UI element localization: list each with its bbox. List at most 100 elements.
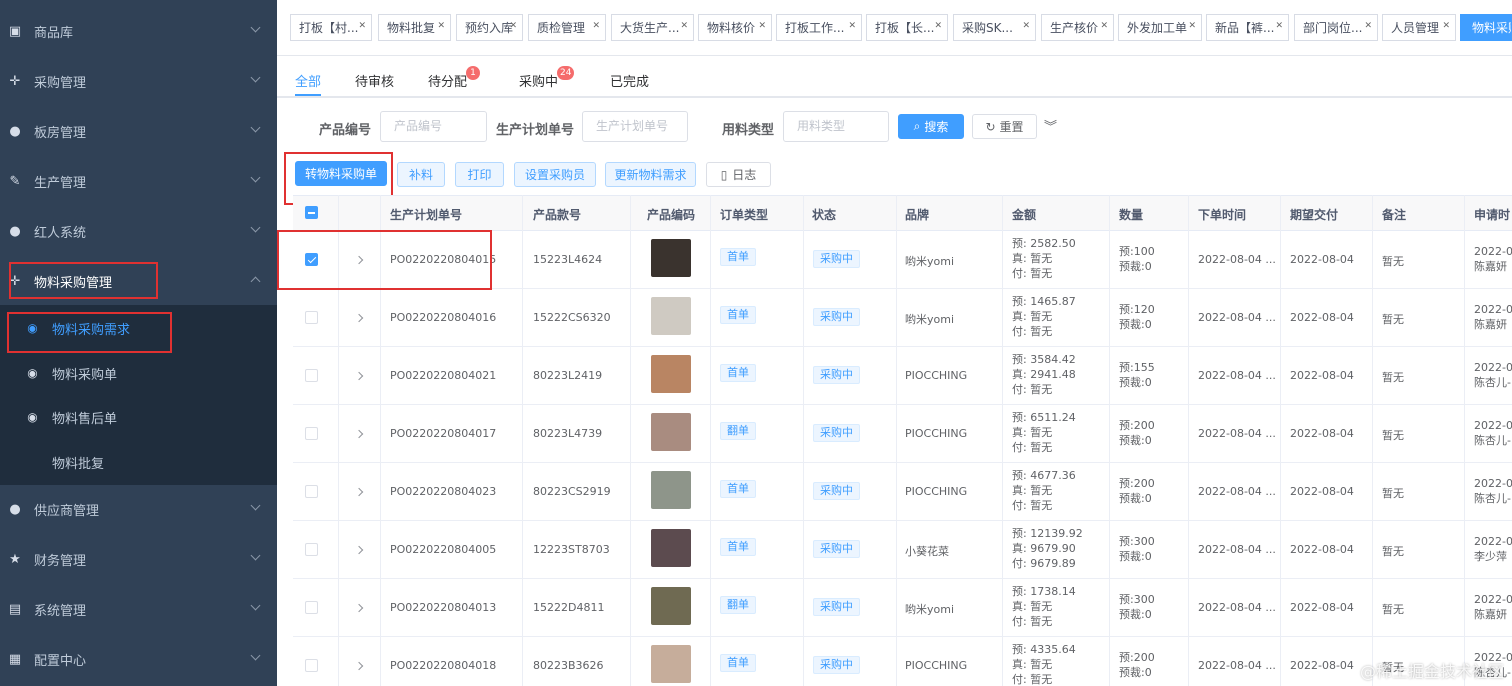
close-icon[interactable]: ✕ [848,21,856,31]
table-row[interactable]: PO0220220804005 12223ST8703 2022-08-04 ...… [293,521,1512,579]
product-thumbnail[interactable] [651,645,691,683]
sidebar-item-config[interactable]: ▦ 配置中心 [0,634,277,684]
close-icon[interactable]: ✕ [1275,21,1283,31]
tag-item-active[interactable]: 物料采购... [1460,14,1512,41]
product-thumbnail[interactable] [651,471,691,509]
product-thumbnail[interactable] [651,529,691,567]
close-icon[interactable]: ✕ [934,21,942,31]
convert-to-purchase-order-button[interactable]: 转物料采购单 [295,161,387,186]
chevron-right-icon[interactable] [354,603,364,613]
tag-item[interactable]: 采购SK... ✕ [953,14,1036,41]
row-checkbox[interactable] [305,601,318,614]
column-header[interactable]: 产品编码 [647,206,695,223]
tag-item[interactable]: 新品【裤... ✕ [1206,14,1289,41]
column-header[interactable]: 产品款号 [533,206,581,223]
column-header[interactable]: 申请时 [1474,206,1510,223]
table-row[interactable]: PO0220220804017 80223L4739 2022-08-04 ... 2… [293,405,1512,463]
table-row[interactable]: PO0220220804018 80223B3626 2022-08-04 ... 2… [293,637,1512,686]
close-icon[interactable]: ✕ [1442,21,1450,31]
row-checkbox[interactable] [305,369,318,382]
sidebar-item-production[interactable]: ✎ 生产管理 [0,156,277,206]
tab-pending-assign[interactable]: 待分配 1 [428,66,480,90]
sidebar-item-product-library[interactable]: ▣ 商品库 [0,6,277,56]
row-checkbox[interactable] [305,253,318,266]
tag-item[interactable]: 物料批复 ✕ [378,14,451,41]
tag-item[interactable]: 人员管理 ✕ [1382,14,1456,41]
row-checkbox[interactable] [305,485,318,498]
column-header[interactable]: 期望交付 [1290,206,1338,223]
close-icon[interactable]: ✕ [509,21,517,31]
column-header[interactable]: 备注 [1382,206,1406,223]
sidebar-item-influencer[interactable]: ● 红人系统 [0,206,277,256]
tag-item[interactable]: 物料核价 ✕ [698,14,772,41]
product-thumbnail[interactable] [651,413,691,451]
sidebar-subitem-material-order[interactable]: ◉ 物料采购单 [0,351,277,395]
column-header[interactable]: 品牌 [905,206,929,223]
tag-item[interactable]: 部门岗位... ✕ [1294,14,1378,41]
close-icon[interactable]: ✕ [1188,21,1196,31]
product-thumbnail[interactable] [651,297,691,335]
sidebar-item-sample-room[interactable]: ● 板房管理 [0,106,277,156]
product-thumbnail[interactable] [651,239,691,277]
chevron-right-icon[interactable] [354,429,364,439]
supplement-button[interactable]: 补料 [397,162,445,187]
update-material-demand-button[interactable]: 更新物料需求 [605,162,696,187]
log-button[interactable]: ▯ 日志 [706,162,771,187]
column-header[interactable]: 生产计划单号 [390,206,462,223]
sidebar-item-material-purchase[interactable]: ✛ 物料采购管理 [0,256,277,306]
sidebar-item-purchase[interactable]: ✛ 采购管理 [0,56,277,106]
column-header[interactable]: 订单类型 [720,206,768,223]
tab-purchasing[interactable]: 采购中 24 [519,66,575,90]
tag-item[interactable]: 打板【长... ✕ [866,14,948,41]
row-checkbox[interactable] [305,543,318,556]
tag-item[interactable]: 大货生产... ✕ [611,14,694,41]
sidebar-subitem-material-demand[interactable]: ◉ 物料采购需求 [0,306,277,350]
plan-no-input[interactable]: 生产计划单号 [582,111,688,142]
chevron-right-icon[interactable] [354,661,364,671]
table-row[interactable]: PO0220220804021 80223L2419 2022-08-04 ... 2… [293,347,1512,405]
product-thumbnail[interactable] [651,355,691,393]
product-thumbnail[interactable] [651,587,691,625]
tag-item[interactable]: 生产核价 ✕ [1041,14,1114,41]
close-icon[interactable]: ✕ [1022,21,1030,31]
close-icon[interactable]: ✕ [1100,21,1108,31]
double-chevron-down-icon[interactable]: ︾ [1044,116,1057,135]
table-row[interactable]: PO0220220804013 15222D4811 2022-08-04 ... 2… [293,579,1512,637]
sidebar-item-supplier[interactable]: ● 供应商管理 [0,484,277,534]
row-checkbox[interactable] [305,659,318,672]
reset-button[interactable]: ↻ 重置 [972,114,1037,139]
column-header[interactable]: 数量 [1119,206,1143,223]
table-row[interactable]: PO0220220804023 80223CS2919 2022-08-04 ...… [293,463,1512,521]
row-checkbox[interactable] [305,311,318,324]
chevron-right-icon[interactable] [354,371,364,381]
close-icon[interactable]: ✕ [758,21,766,31]
tag-item[interactable]: 外发加工单 ✕ [1118,14,1202,41]
search-button[interactable]: ⌕ 搜索 [898,114,964,139]
select-all-checkbox[interactable] [305,206,318,219]
sidebar-item-finance[interactable]: ★ 财务管理 [0,534,277,584]
tab-pending-review[interactable]: 待审核 [355,71,394,90]
close-icon[interactable]: ✕ [1364,21,1372,31]
column-header[interactable]: 金额 [1012,206,1036,223]
column-header[interactable]: 状态 [812,206,836,223]
row-checkbox[interactable] [305,427,318,440]
table-row[interactable]: PO0220220804016 15222CS6320 2022-08-04 ...… [293,289,1512,347]
sidebar-item-system[interactable]: ▤ 系统管理 [0,584,277,634]
close-icon[interactable]: ✕ [358,21,366,31]
set-buyer-button[interactable]: 设置采购员 [514,162,596,187]
material-type-input[interactable]: 用料类型 [783,111,889,142]
tag-item[interactable]: 预约入库 ✕ [456,14,523,41]
tag-item[interactable]: 打板工作... ✕ [776,14,862,41]
chevron-right-icon[interactable] [354,313,364,323]
tag-item[interactable]: 质检管理 ✕ [528,14,606,41]
close-icon[interactable]: ✕ [680,21,688,31]
tag-item[interactable]: 打板【村... ✕ [290,14,372,41]
product-code-input[interactable]: 产品编号 [380,111,487,142]
close-icon[interactable]: ✕ [437,21,445,31]
close-icon[interactable]: ✕ [592,21,600,31]
chevron-right-icon[interactable] [354,255,364,265]
chevron-right-icon[interactable] [354,487,364,497]
tab-completed[interactable]: 已完成 [610,71,649,90]
chevron-right-icon[interactable] [354,545,364,555]
sidebar-subitem-material-approval[interactable]: 物料批复 [0,440,277,484]
